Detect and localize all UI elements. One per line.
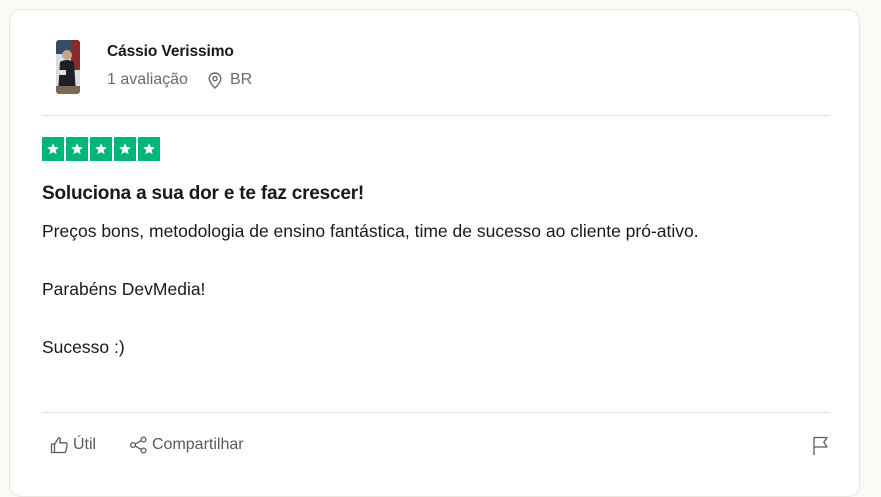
review-paragraph: Sucesso :) (42, 337, 125, 357)
star-icon (114, 137, 136, 161)
review-body: Preços bons, metodologia de ensino fantá… (42, 221, 842, 395)
star-icon (138, 137, 160, 161)
review-card: Cássio Verissimo 1 avaliação BR Solucion… (9, 9, 860, 497)
share-button[interactable]: Compartilhar (129, 436, 244, 454)
star-icon (42, 137, 64, 161)
share-icon (129, 436, 148, 454)
thumbs-up-icon (50, 436, 69, 454)
review-paragraph: Parabéns DevMedia! (42, 279, 206, 299)
star-rating (42, 137, 160, 161)
review-paragraph: Preços bons, metodologia de ensino fantá… (42, 221, 699, 241)
flag-icon[interactable] (812, 436, 830, 456)
location-pin-icon (208, 71, 222, 89)
avatar[interactable] (56, 40, 80, 94)
share-label: Compartilhar (152, 436, 244, 453)
star-icon (90, 137, 112, 161)
reviewer-name[interactable]: Cássio Verissimo (107, 43, 234, 61)
divider (42, 412, 830, 413)
review-title[interactable]: Soluciona a sua dor e te faz crescer! (42, 183, 364, 205)
divider (42, 115, 830, 116)
useful-label: Útil (73, 436, 97, 453)
useful-button[interactable]: Útil (50, 436, 96, 454)
review-count: 1 avaliação (107, 71, 188, 88)
star-icon (66, 137, 88, 161)
reviewer-meta: 1 avaliação BR (107, 71, 252, 89)
reviewer-country: BR (229, 71, 253, 88)
